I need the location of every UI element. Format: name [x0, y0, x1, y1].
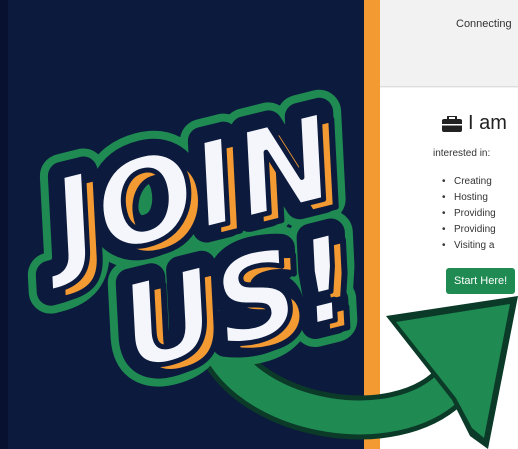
curved-arrow-icon	[200, 296, 518, 449]
